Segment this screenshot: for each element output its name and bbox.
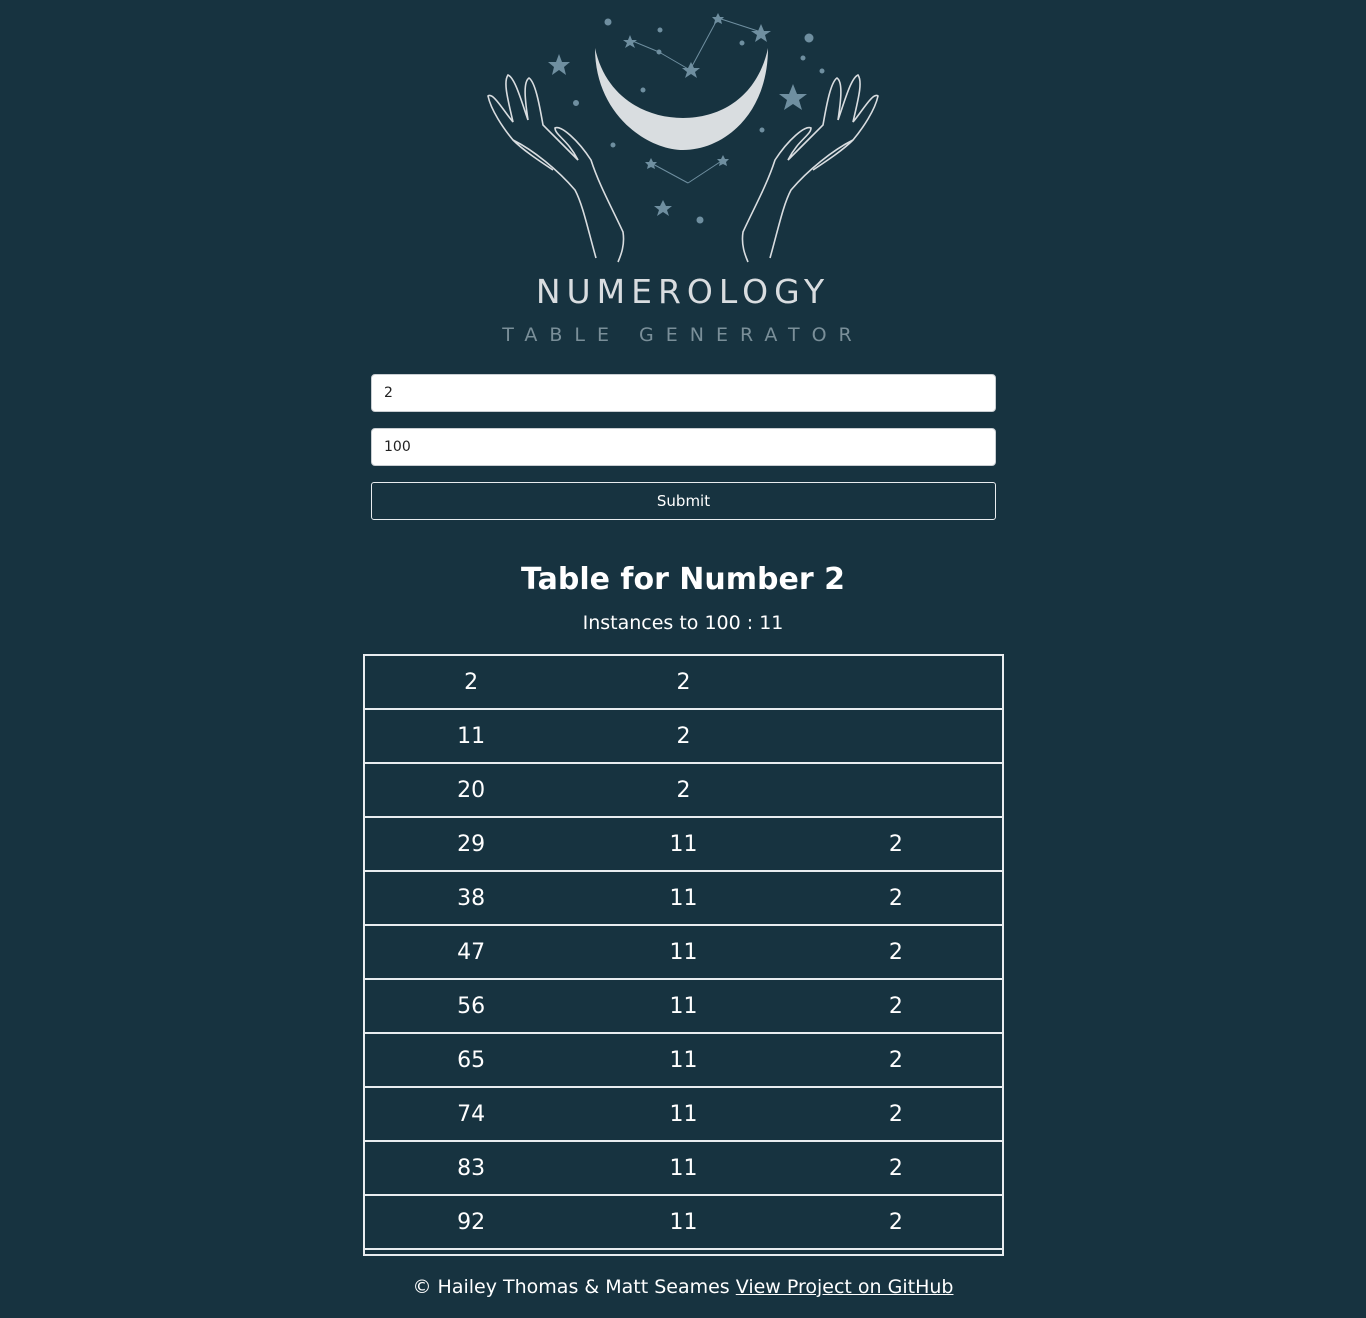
table-cell: 11 [577,1087,790,1142]
table-cell [789,763,1002,818]
table-cell: 11 [577,1195,790,1250]
table-row: 29 11 2 [365,817,1002,872]
right-hand-icon [741,74,879,263]
table-cell: 2 [577,763,790,818]
limit-input[interactable] [371,428,996,466]
table-cell [789,656,1002,710]
table-row: 74 11 2 [365,1087,1002,1142]
table-cell: 29 [365,817,578,872]
table-cell: 65 [365,1033,578,1088]
table-cell [789,709,1002,764]
brand-title: NUMEROLOGY [535,272,831,311]
table-cell: 2 [789,1033,1002,1088]
table-cell: 2 [577,709,790,764]
table-cell: 11 [577,1141,790,1196]
number-input[interactable] [371,374,996,412]
table-cell: 2 [365,656,578,710]
table-row: 11 2 [365,709,1002,764]
moon-icon [595,48,768,150]
instances-count: Instances to 100 : 11 [582,612,784,634]
table-cell: 2 [577,656,790,710]
left-hand-icon [487,74,625,263]
table-row: 65 11 2 [365,1033,1002,1088]
table-cell: 74 [365,1087,578,1142]
table-cell: 2 [789,817,1002,872]
table-cell: 11 [577,817,790,872]
table-cell: 47 [365,925,578,980]
table-cell: 83 [365,1141,578,1196]
table-row: 22 [365,656,1002,710]
footer: © Hailey Thomas & Matt Seames View Proje… [0,1276,1366,1298]
table-cell: 2 [789,979,1002,1034]
logo: NUMEROLOGY TABLE GENERATOR [363,0,1003,360]
table-cell: 11 [577,871,790,926]
github-link[interactable]: View Project on GitHub [736,1276,954,1298]
numerology-table: 2 2 11 2 20 2 29 11 2 38 11 2 47 11 2 56 11 2 65 11 2 74 11 2 83… [363,654,1004,1256]
table-cell: 56 [365,979,578,1034]
table-cell: 11 [577,1033,790,1088]
table-row: 47 11 2 [365,925,1002,980]
table-cell: 92 [365,1195,578,1250]
table-cell: 20 [365,763,578,818]
result-title: Table for Number 2 [521,562,845,597]
table-cell: 2 [789,925,1002,980]
table-row: 92 11 2 [365,1195,1002,1250]
table-cell: 2 [789,871,1002,926]
table-cell: 38 [365,871,578,926]
footer-credit: © Hailey Thomas & Matt Seames [412,1276,730,1298]
star-icon [548,13,807,216]
table-row: 20 2 [365,763,1002,818]
table-cell: 11 [365,709,578,764]
table-cell: 2 [789,1087,1002,1142]
table-cell: 11 [577,979,790,1034]
table-cell: 2 [789,1195,1002,1250]
table-cell: 2 [789,1141,1002,1196]
submit-button[interactable]: Submit [371,482,996,520]
table-row: 83 11 2 [365,1141,1002,1196]
brand-subtitle: TABLE GENERATOR [502,324,864,346]
table-cell: 11 [577,925,790,980]
table-row: 38 11 2 [365,871,1002,926]
table-row: 56 11 2 [365,979,1002,1034]
